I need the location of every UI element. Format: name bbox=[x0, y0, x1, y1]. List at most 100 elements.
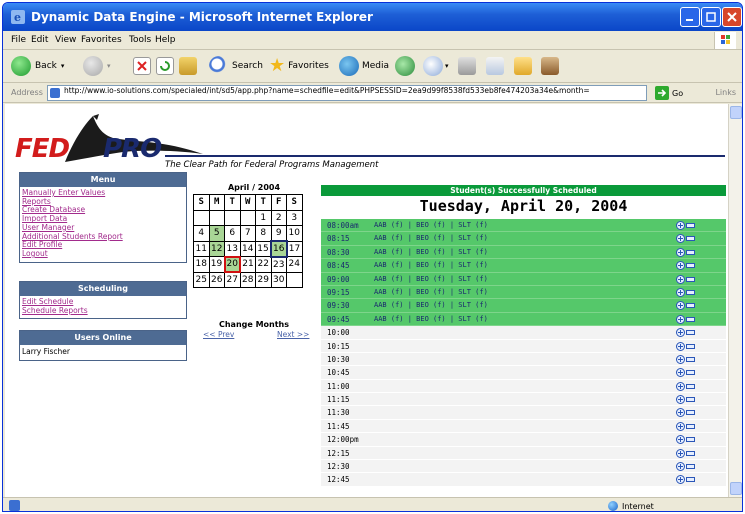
calendar-day[interactable]: 15 bbox=[255, 240, 272, 257]
history-button[interactable] bbox=[395, 55, 415, 77]
links-button[interactable]: Links bbox=[715, 88, 736, 97]
add-student-icon[interactable] bbox=[676, 462, 685, 472]
remove-student-icon[interactable] bbox=[686, 330, 695, 336]
menu-edit[interactable]: Edit bbox=[31, 35, 48, 45]
calendar-day[interactable]: 6 bbox=[224, 225, 241, 242]
edit-button[interactable] bbox=[486, 55, 504, 77]
close-button[interactable] bbox=[722, 7, 742, 27]
remove-student-icon[interactable] bbox=[686, 316, 695, 322]
slot-students[interactable]: AAB (f) | BEO (f) | SLT (f) bbox=[374, 315, 488, 323]
remove-student-icon[interactable] bbox=[686, 423, 695, 429]
research-button[interactable] bbox=[541, 55, 559, 77]
add-student-icon[interactable] bbox=[676, 221, 685, 230]
add-student-icon[interactable] bbox=[676, 274, 685, 284]
add-student-icon[interactable] bbox=[676, 475, 685, 485]
link-logout[interactable]: Logout bbox=[22, 249, 184, 259]
add-student-icon[interactable] bbox=[676, 314, 685, 324]
calendar-day[interactable]: 24 bbox=[286, 256, 303, 273]
remove-student-icon[interactable] bbox=[686, 370, 695, 376]
menu-help[interactable]: Help bbox=[155, 35, 176, 45]
remove-student-icon[interactable] bbox=[686, 303, 695, 309]
add-student-icon[interactable] bbox=[676, 301, 685, 311]
slot-students[interactable]: AAB (f) | BEO (f) | SLT (f) bbox=[374, 275, 488, 283]
mail-button[interactable]: ▾ bbox=[423, 55, 449, 77]
calendar-day[interactable]: 18 bbox=[193, 256, 210, 273]
remove-student-icon[interactable] bbox=[686, 477, 695, 483]
calendar-day[interactable]: 23 bbox=[270, 256, 287, 273]
calendar-day[interactable]: 16 bbox=[270, 240, 288, 258]
calendar-day[interactable]: 22 bbox=[255, 256, 272, 273]
stop-button[interactable] bbox=[133, 55, 151, 77]
next-month-link[interactable]: Next >> bbox=[277, 330, 309, 339]
remove-student-icon[interactable] bbox=[686, 236, 695, 242]
menu-view[interactable]: View bbox=[55, 35, 76, 45]
vertical-scrollbar[interactable] bbox=[728, 104, 742, 497]
add-student-icon[interactable] bbox=[676, 341, 685, 351]
maximize-button[interactable] bbox=[701, 7, 721, 27]
calendar-day[interactable]: 12 bbox=[208, 240, 225, 257]
remove-student-icon[interactable] bbox=[686, 356, 695, 362]
slot-students[interactable]: AAB (f) | BEO (f) | SLT (f) bbox=[374, 288, 488, 296]
remove-student-icon[interactable] bbox=[686, 410, 695, 416]
remove-student-icon[interactable] bbox=[686, 343, 695, 349]
add-student-icon[interactable] bbox=[676, 368, 685, 378]
calendar-day[interactable]: 19 bbox=[208, 256, 225, 273]
add-student-icon[interactable] bbox=[676, 448, 685, 458]
go-button[interactable]: Go bbox=[655, 85, 683, 101]
slot-students[interactable]: AAB (f) | BEO (f) | SLT (f) bbox=[374, 301, 488, 309]
forward-button[interactable]: ▾ bbox=[83, 55, 111, 77]
menu-tools[interactable]: Tools bbox=[129, 35, 151, 45]
calendar-day[interactable]: 20 bbox=[223, 255, 241, 273]
calendar-day[interactable]: 21 bbox=[239, 256, 256, 273]
add-student-icon[interactable] bbox=[676, 435, 685, 445]
remove-student-icon[interactable] bbox=[686, 437, 695, 443]
calendar-day[interactable]: 5 bbox=[208, 225, 225, 242]
refresh-button[interactable] bbox=[156, 55, 174, 77]
scroll-up-button[interactable] bbox=[730, 106, 742, 119]
calendar-day[interactable]: 10 bbox=[286, 225, 303, 242]
scroll-down-button[interactable] bbox=[730, 482, 742, 495]
search-button[interactable]: Search bbox=[209, 55, 263, 77]
slot-students[interactable]: AAB (f) | BEO (f) | SLT (f) bbox=[374, 248, 488, 256]
calendar-day[interactable]: 25 bbox=[193, 271, 210, 288]
calendar-day[interactable]: 11 bbox=[193, 240, 210, 257]
folder-button[interactable] bbox=[514, 55, 532, 77]
menu-file[interactable]: File bbox=[11, 35, 26, 45]
add-student-icon[interactable] bbox=[676, 234, 685, 244]
remove-student-icon[interactable] bbox=[686, 289, 695, 295]
remove-student-icon[interactable] bbox=[686, 276, 695, 282]
add-student-icon[interactable] bbox=[676, 328, 685, 338]
calendar-day[interactable]: 27 bbox=[224, 271, 241, 288]
media-button[interactable]: Media bbox=[339, 55, 389, 77]
add-student-icon[interactable] bbox=[676, 287, 685, 297]
calendar-day[interactable]: 3 bbox=[286, 209, 303, 226]
home-button[interactable] bbox=[179, 55, 197, 77]
calendar-day[interactable]: 14 bbox=[239, 240, 256, 257]
calendar-day[interactable]: 8 bbox=[255, 225, 272, 242]
calendar-day[interactable]: 9 bbox=[270, 225, 287, 242]
menu-favorites[interactable]: Favorites bbox=[81, 35, 122, 45]
remove-student-icon[interactable] bbox=[686, 249, 695, 255]
minimize-button[interactable] bbox=[680, 7, 700, 27]
calendar-day[interactable]: 13 bbox=[224, 240, 241, 257]
favorites-button[interactable]: ★ Favorites bbox=[269, 55, 329, 77]
prev-month-link[interactable]: << Prev bbox=[203, 330, 234, 339]
calendar-day[interactable]: 28 bbox=[239, 271, 256, 288]
slot-students[interactable]: AAB (f) | BEO (f) | SLT (f) bbox=[374, 261, 488, 269]
add-student-icon[interactable] bbox=[676, 408, 685, 418]
add-student-icon[interactable] bbox=[676, 421, 685, 431]
calendar-day[interactable]: 4 bbox=[193, 225, 210, 242]
add-student-icon[interactable] bbox=[676, 381, 685, 391]
calendar-day[interactable]: 26 bbox=[208, 271, 225, 288]
add-student-icon[interactable] bbox=[676, 247, 685, 257]
remove-student-icon[interactable] bbox=[686, 464, 695, 470]
slot-students[interactable]: AAB (f) | BEO (f) | SLT (f) bbox=[374, 221, 488, 229]
slot-students[interactable]: AAB (f) | BEO (f) | SLT (f) bbox=[374, 234, 488, 242]
add-student-icon[interactable] bbox=[676, 261, 685, 271]
remove-student-icon[interactable] bbox=[686, 263, 695, 269]
address-input[interactable]: http://www.io-solutions.com/specialed/in… bbox=[47, 85, 647, 101]
calendar-day[interactable]: 7 bbox=[239, 225, 256, 242]
calendar-day[interactable]: 1 bbox=[255, 209, 272, 226]
remove-student-icon[interactable] bbox=[686, 397, 695, 403]
add-student-icon[interactable] bbox=[676, 395, 685, 405]
